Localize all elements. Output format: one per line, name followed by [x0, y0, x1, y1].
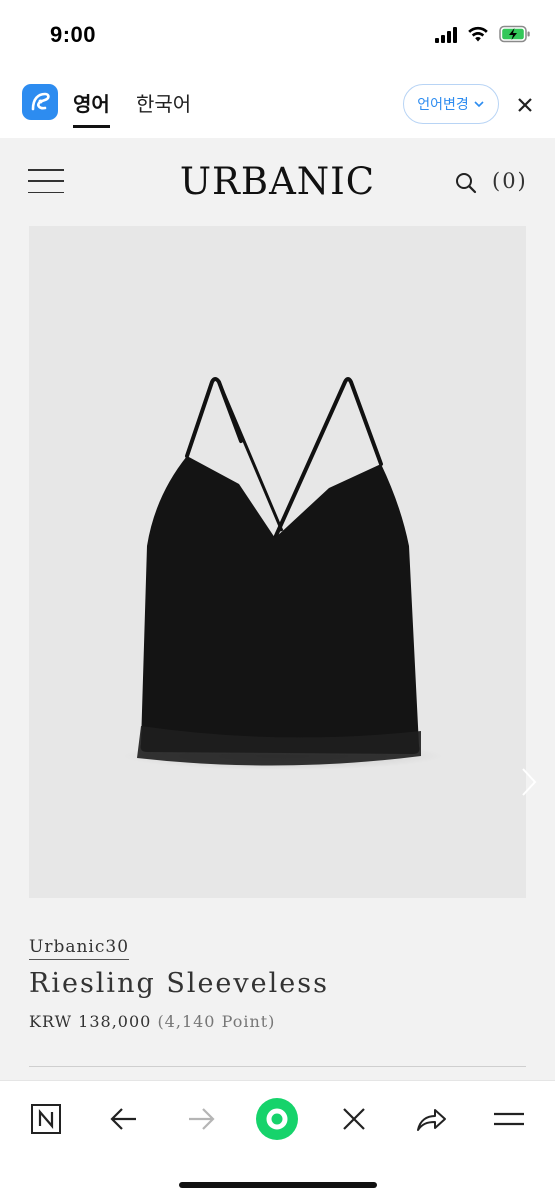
change-language-button[interactable]: 언어변경	[403, 84, 499, 124]
naver-home-icon	[31, 1104, 61, 1134]
green-dot-icon	[256, 1098, 298, 1140]
tab-korean[interactable]: 한국어	[136, 88, 191, 117]
close-tab-button[interactable]	[330, 1095, 378, 1143]
translation-bar: 영어 한국어 언어변경	[0, 70, 555, 138]
close-icon	[518, 98, 532, 112]
product-brand-link[interactable]: Urbanic30	[29, 937, 130, 960]
share-button[interactable]	[407, 1095, 455, 1143]
naver-home-button[interactable]	[22, 1095, 70, 1143]
active-tab-underline	[73, 125, 110, 128]
battery-charging-icon	[499, 25, 530, 43]
share-icon	[417, 1109, 446, 1131]
status-icons	[435, 25, 531, 43]
price-value: KRW 138,000	[29, 1012, 152, 1031]
product-photo-camisole	[123, 377, 443, 770]
signal-icon	[435, 26, 457, 43]
close-translation-button[interactable]	[512, 92, 538, 118]
back-arrow-icon	[110, 1108, 136, 1130]
product-name: Riesling Sleeveless	[29, 968, 329, 999]
tab-english-label: 영어	[73, 92, 110, 116]
chevron-down-icon	[474, 101, 484, 108]
product-price: KRW 138,000 (4,140 Point)	[29, 1012, 275, 1031]
cart-count[interactable]: (0)	[492, 169, 528, 193]
next-image-arrow-icon[interactable]	[519, 766, 539, 798]
change-language-label: 언어변경	[417, 97, 469, 113]
menu-button[interactable]	[485, 1095, 533, 1143]
status-bar: 9:00	[0, 0, 555, 70]
close-icon	[343, 1108, 365, 1130]
papago-logo-icon[interactable]	[22, 84, 58, 120]
points-value: (4,140 Point)	[157, 1012, 276, 1031]
back-button[interactable]	[100, 1095, 148, 1143]
forward-button[interactable]	[177, 1095, 225, 1143]
wifi-icon	[468, 26, 488, 42]
status-time: 9:00	[50, 22, 97, 47]
site-header: URBANIC (0)	[0, 138, 555, 226]
home-indicator	[179, 1182, 377, 1188]
forward-arrow-icon	[189, 1108, 215, 1130]
green-dot-button[interactable]	[253, 1095, 301, 1143]
section-divider	[29, 1066, 526, 1067]
search-icon[interactable]	[454, 171, 478, 195]
tab-english[interactable]: 영어	[73, 88, 110, 128]
product-image[interactable]	[29, 226, 537, 898]
menu-icon	[494, 1112, 524, 1126]
